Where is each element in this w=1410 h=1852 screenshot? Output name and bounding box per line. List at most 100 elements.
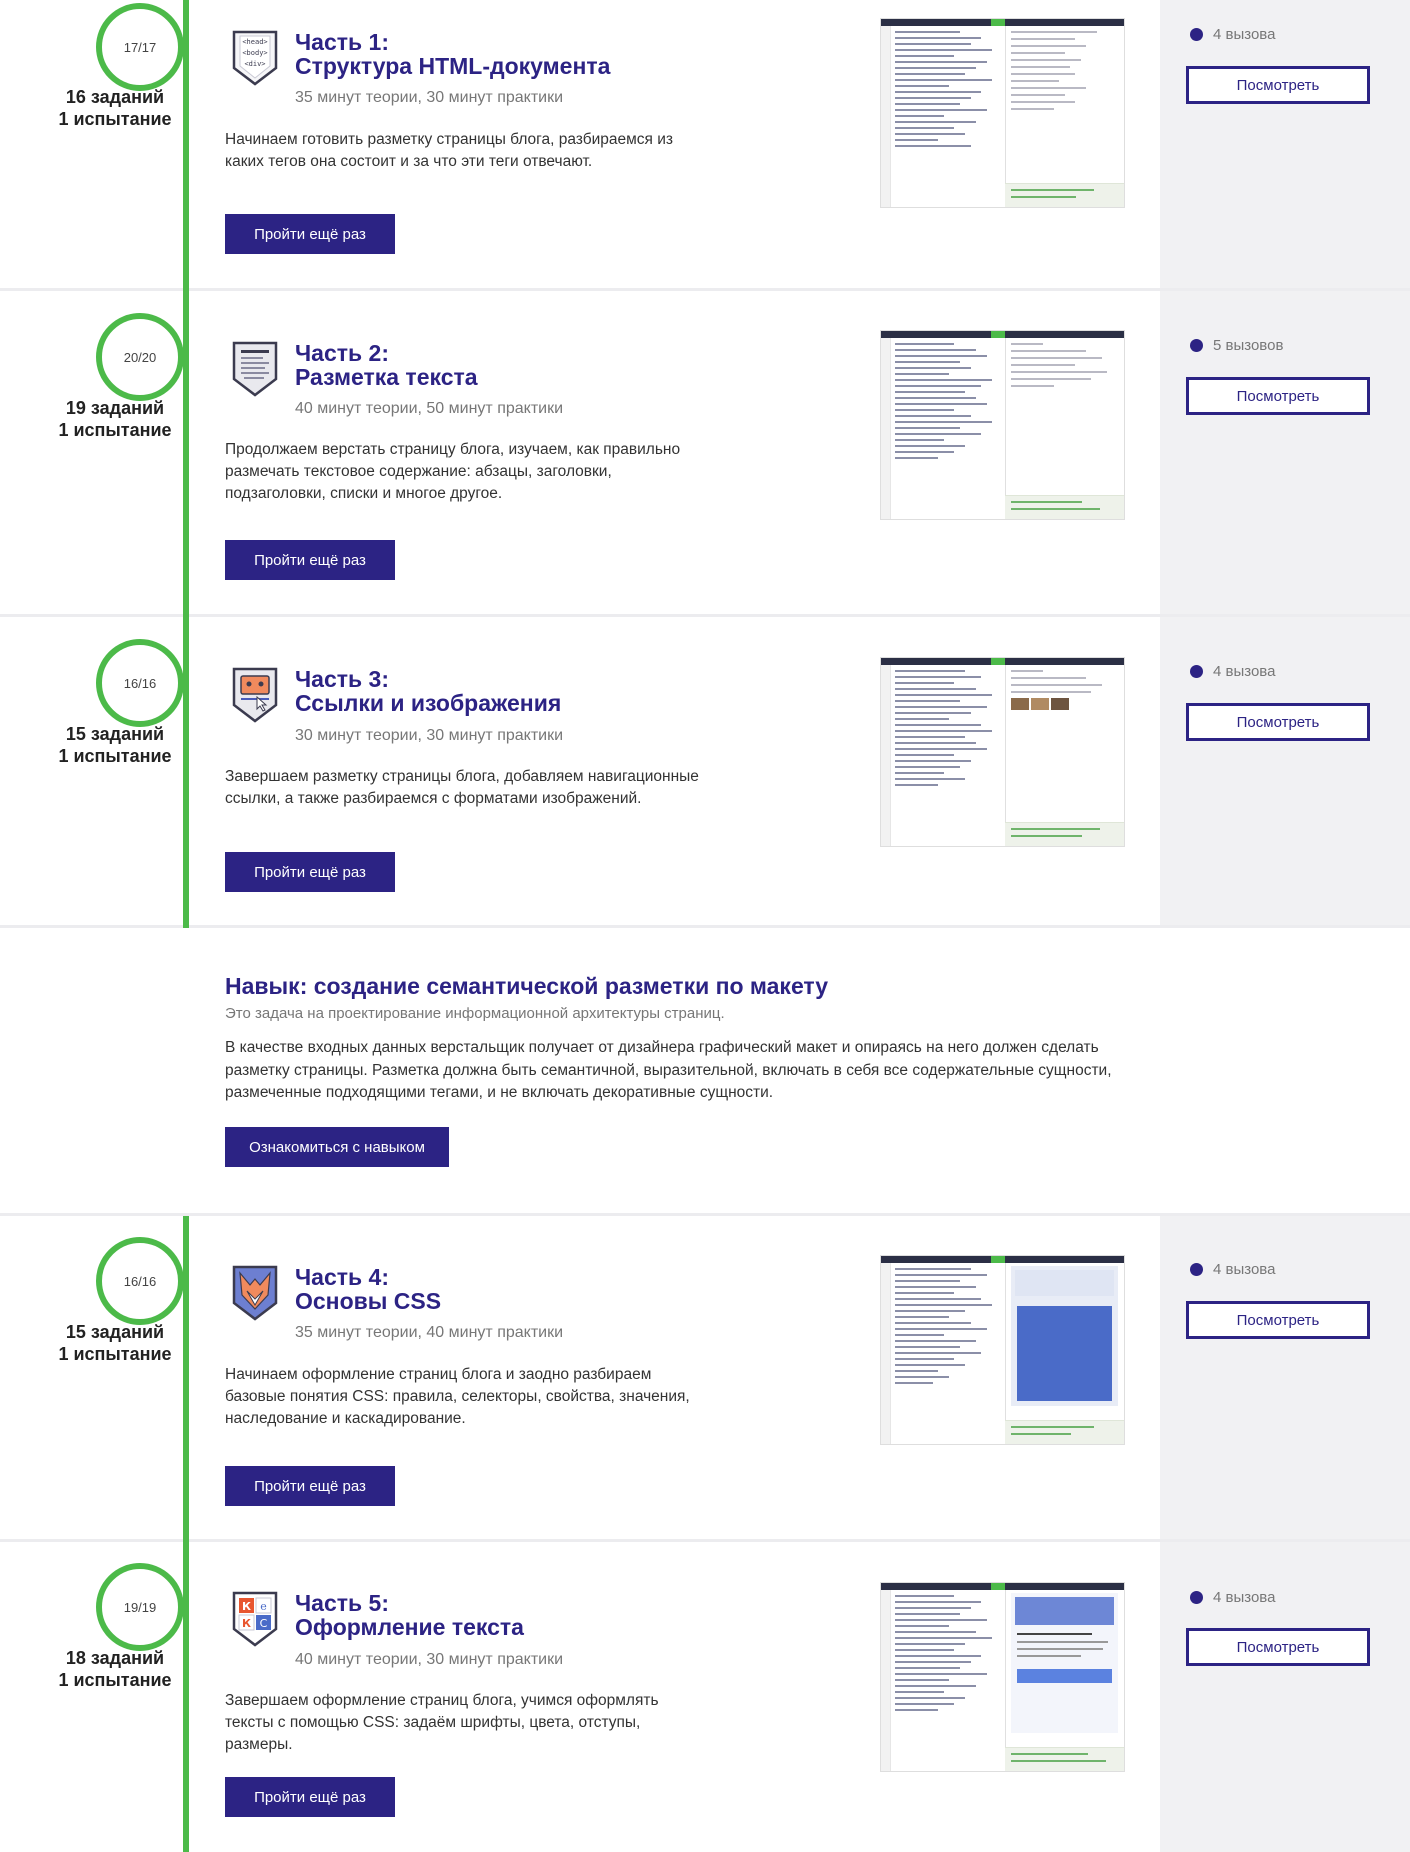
progress-ring: 19/19 <box>96 1563 184 1651</box>
skill-description: В качестве входных данных верстальщик по… <box>225 1039 1112 1101</box>
screenshot-run-indicator <box>991 19 1005 26</box>
challenge-dot-icon <box>1190 1591 1203 1604</box>
progress-ring: 20/20 <box>96 313 184 401</box>
screenshot-run-indicator <box>991 1583 1005 1590</box>
view-challenges-button[interactable]: Посмотреть <box>1186 377 1370 415</box>
tasks-count: 15 заданий <box>65 724 165 744</box>
progress-timeline <box>183 0 189 928</box>
view-challenges-button[interactable]: Посмотреть <box>1186 66 1370 104</box>
screenshot-split <box>1005 665 1006 846</box>
part-title: Часть 3: Ссылки и изображения <box>295 667 561 715</box>
part-description: Завершаем разметку страницы блога, добав… <box>225 768 699 807</box>
screenshot-split <box>1005 26 1006 207</box>
challenges-count: 4 вызова <box>1213 663 1276 680</box>
badge-letter: К <box>242 1600 251 1613</box>
part-number: Часть 1: <box>295 29 389 55</box>
tasks-count: 18 заданий <box>65 1648 165 1668</box>
row-divider <box>0 614 1410 617</box>
screenshot-run-indicator <box>991 331 1005 338</box>
view-challenges-button[interactable]: Посмотреть <box>1186 1301 1370 1339</box>
part-title: Часть 5: Оформление текста <box>295 1591 524 1639</box>
part-name: Структура HTML-документа <box>295 53 611 79</box>
link-image-shield-icon <box>232 667 278 723</box>
screenshot-code <box>895 670 1003 790</box>
challenge-dot-icon <box>1190 665 1203 678</box>
part-duration: 35 минут теории, 40 минут практики <box>295 1324 564 1341</box>
progress-ring: 17/17 <box>96 3 184 91</box>
trainer-screenshot[interactable] <box>880 330 1125 520</box>
trainer-screenshot[interactable] <box>880 18 1125 208</box>
part-title: Часть 2: Разметка текста <box>295 341 478 389</box>
part-description: Продолжаем верстать страницу блога, изуч… <box>225 441 681 502</box>
trainer-screenshot[interactable] <box>880 657 1125 847</box>
screenshot-code <box>895 1268 1003 1388</box>
retry-button[interactable]: Пройти ещё раз <box>225 1466 395 1506</box>
trial-count: 1 испытание <box>58 420 172 440</box>
trial-count: 1 испытание <box>58 1344 172 1364</box>
badge-letter: е <box>260 1600 267 1613</box>
retry-button[interactable]: Пройти ещё раз <box>225 540 395 580</box>
screenshot-split <box>1005 338 1006 519</box>
css-fox-shield-icon <box>232 1265 278 1321</box>
view-challenges-button[interactable]: Посмотреть <box>1186 703 1370 741</box>
part-stats: 16 заданий 1 испытание <box>30 86 200 130</box>
part-stats: 18 заданий 1 испытание <box>30 1647 200 1691</box>
retry-button[interactable]: Пройти ещё раз <box>225 214 395 254</box>
screenshot-gutter <box>881 338 891 519</box>
part-duration: 40 минут теории, 30 минут практики <box>295 1651 564 1668</box>
screenshot-code <box>895 343 1003 463</box>
part-number: Часть 5: <box>295 1590 389 1616</box>
challenge-dot-icon <box>1190 339 1203 352</box>
challenges-count: 5 вызовов <box>1213 337 1284 354</box>
tasks-count: 19 заданий <box>65 398 165 418</box>
challenge-dot-icon <box>1190 28 1203 41</box>
challenges-info: 5 вызовов <box>1190 337 1283 354</box>
screenshot-task-panel <box>1005 495 1124 519</box>
trial-count: 1 испытание <box>58 746 172 766</box>
part-stats: 15 заданий 1 испытание <box>30 723 200 767</box>
screenshot-gutter <box>881 1263 891 1444</box>
part-number: Часть 2: <box>295 340 389 366</box>
part-title: Часть 1: Структура HTML-документа <box>295 30 610 78</box>
retry-button[interactable]: Пройти ещё раз <box>225 852 395 892</box>
trainer-screenshot[interactable] <box>880 1255 1125 1445</box>
text-lines-shield-icon <box>232 341 278 397</box>
svg-text:<body>: <body> <box>242 49 267 57</box>
tasks-count: 15 заданий <box>65 1322 165 1342</box>
badge-letter: К <box>242 1617 251 1630</box>
part-description: Начинаем оформление страниц блога и заод… <box>225 1366 690 1427</box>
skill-subtitle: Это задача на проектирование информацион… <box>225 1005 725 1022</box>
challenges-count: 4 вызова <box>1213 1261 1276 1278</box>
screenshot-preview <box>1011 1593 1118 1733</box>
row-divider <box>0 288 1410 291</box>
view-skill-button[interactable]: Ознакомиться с навыком <box>225 1127 449 1167</box>
screenshot-run-indicator <box>991 658 1005 665</box>
trainer-screenshot[interactable] <box>880 1582 1125 1772</box>
row-divider <box>0 1213 1410 1216</box>
challenges-count: 4 вызова <box>1213 1589 1276 1606</box>
screenshot-photos <box>1011 698 1118 710</box>
screenshot-run-indicator <box>991 1256 1005 1263</box>
row-divider <box>0 1539 1410 1542</box>
view-challenges-button[interactable]: Посмотреть <box>1186 1628 1370 1666</box>
part-duration: 30 минут теории, 30 минут практики <box>295 727 564 744</box>
part-name: Оформление текста <box>295 1614 524 1640</box>
challenges-info: 4 вызова <box>1190 663 1275 680</box>
part-stats: 19 заданий 1 испытание <box>30 397 200 441</box>
progress-timeline <box>183 1216 189 1852</box>
progress-ring: 16/16 <box>96 1237 184 1325</box>
screenshot-task-panel <box>1005 183 1124 207</box>
screenshot-preview <box>1011 1266 1118 1406</box>
part-name: Ссылки и изображения <box>295 690 562 716</box>
screenshot-preview <box>1011 343 1118 392</box>
svg-text:<div>: <div> <box>244 60 265 68</box>
text-style-shield-icon: К е К С <box>232 1591 278 1647</box>
screenshot-code <box>895 31 1003 151</box>
challenges-info: 4 вызова <box>1190 1589 1275 1606</box>
screenshot-split <box>1005 1263 1006 1444</box>
screenshot-task-panel <box>1005 1747 1124 1771</box>
trial-count: 1 испытание <box>58 109 172 129</box>
part-duration: 40 минут теории, 50 минут практики <box>295 400 564 417</box>
retry-button[interactable]: Пройти ещё раз <box>225 1777 395 1817</box>
screenshot-task-panel <box>1005 1420 1124 1444</box>
